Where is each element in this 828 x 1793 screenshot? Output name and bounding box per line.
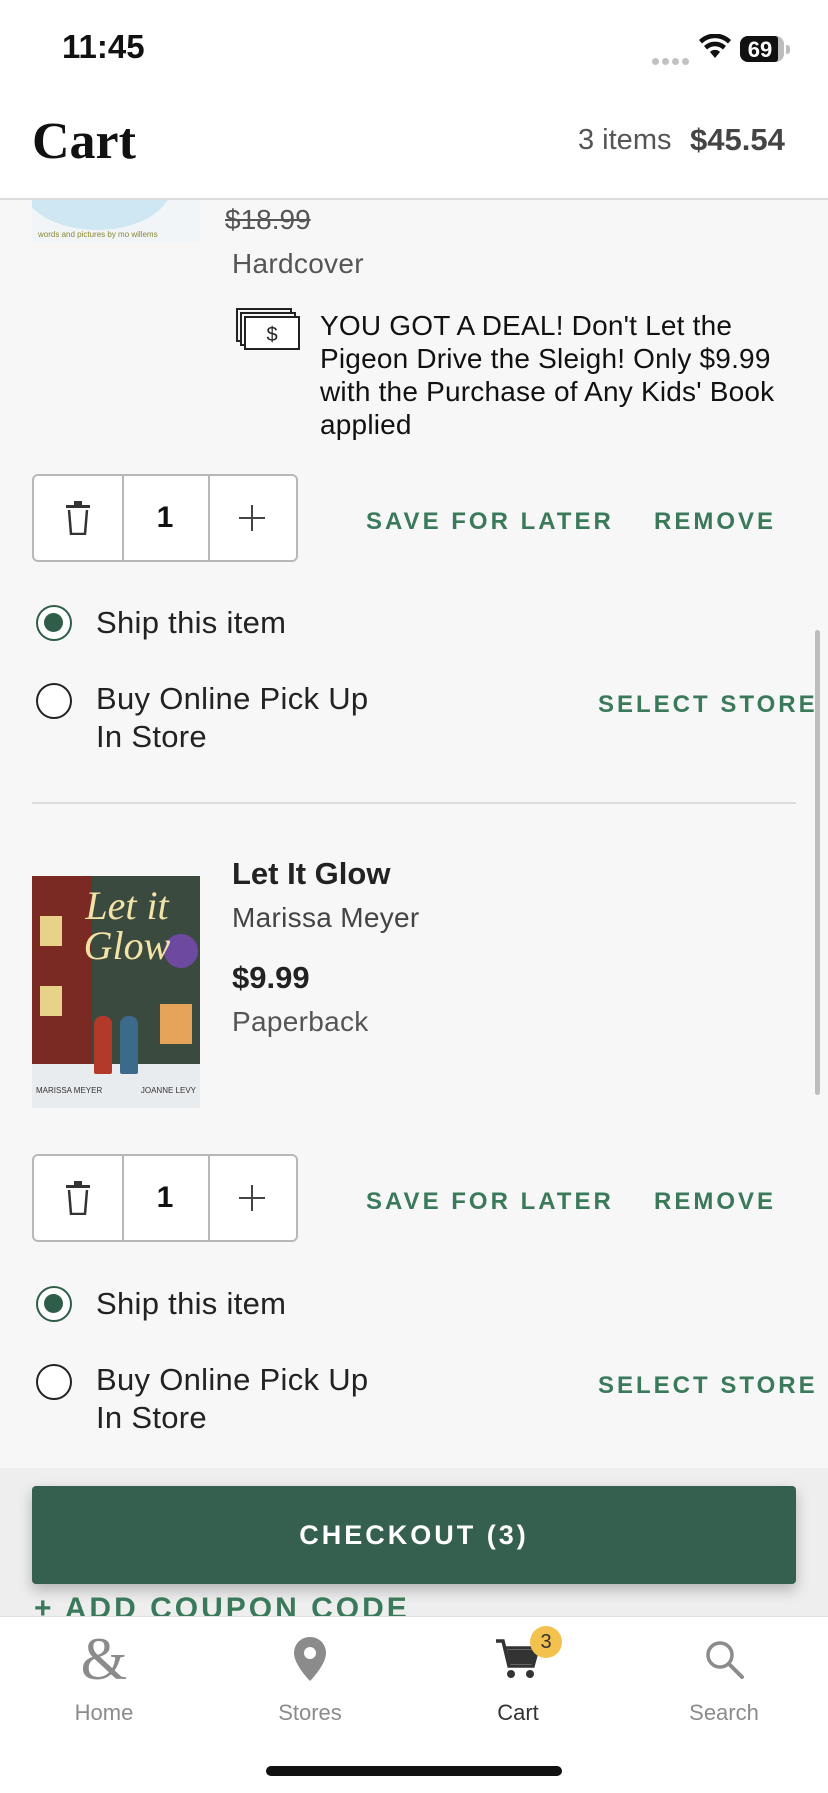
book-format: Hardcover (232, 248, 364, 279)
home-indicator[interactable] (266, 1766, 562, 1776)
book-title[interactable]: Let It Glow (232, 856, 390, 892)
increase-button[interactable] (208, 1156, 296, 1240)
tab-cart-label: Cart (497, 1700, 539, 1725)
cart-total: $45.54 (690, 122, 785, 157)
pickup-option-label: Buy Online Pick Up (96, 681, 369, 716)
plus-icon (239, 1185, 265, 1211)
pickup-option-label: Buy Online Pick Up (96, 1362, 369, 1397)
deal-message: YOU GOT A DEAL! Don't Let the Pigeon Dri… (320, 310, 775, 440)
quantity-value: 1 (122, 476, 210, 560)
select-store-button[interactable]: SELECT STORE (598, 691, 818, 719)
page-title: Cart (32, 113, 136, 170)
book-price: $9.99 (232, 960, 310, 995)
remove-button[interactable]: REMOVE (654, 508, 776, 536)
status-time: 11:45 (62, 28, 145, 65)
checkout-button[interactable]: CHECKOUT (3) (32, 1486, 796, 1584)
cart-count-badge: 3 (530, 1626, 562, 1658)
trash-icon (66, 1181, 90, 1215)
book-cover-image[interactable]: words and pictures by mo willems (32, 200, 200, 242)
book-cover-image[interactable]: Let it Glow MARISSA MEYER JOANNE LEVY (32, 876, 200, 1108)
pickup-radio[interactable] (36, 1364, 72, 1400)
save-for-later-button[interactable]: SAVE FOR LATER (366, 1188, 614, 1216)
book-author: Marissa Meyer (232, 902, 420, 933)
search-icon (706, 1641, 744, 1679)
save-for-later-button[interactable]: SAVE FOR LATER (366, 508, 614, 536)
ship-option-label: Ship this item (96, 1286, 287, 1321)
item-divider (32, 802, 796, 804)
quantity-stepper: 1 (32, 1154, 298, 1242)
ship-radio[interactable] (36, 605, 72, 641)
tab-cart[interactable]: 3 Cart (438, 1626, 598, 1726)
add-coupon-label: + ADD COUPON CODE (34, 1596, 410, 1616)
svg-text:$: $ (266, 324, 277, 346)
remove-button[interactable]: REMOVE (654, 1188, 776, 1216)
quantity-value: 1 (122, 1156, 210, 1240)
select-store-button[interactable]: SELECT STORE (598, 1372, 818, 1400)
cellular-signal-icon (652, 52, 692, 70)
ship-option-label: Ship this item (96, 605, 287, 640)
tab-search-label: Search (689, 1700, 759, 1725)
tab-stores[interactable]: Stores (230, 1628, 390, 1726)
pickup-radio[interactable] (36, 683, 72, 719)
decrease-trash-button[interactable] (34, 1156, 124, 1240)
cart-item-count: 3 items (578, 124, 672, 156)
book-format: Paperback (232, 1006, 369, 1037)
map-pin-icon (294, 1637, 326, 1681)
tab-home-label: Home (74, 1700, 134, 1725)
decrease-trash-button[interactable] (34, 476, 124, 560)
tab-search[interactable]: Search (644, 1628, 804, 1726)
increase-button[interactable] (208, 476, 296, 560)
tab-stores-label: Stores (278, 1700, 342, 1725)
add-coupon-link[interactable]: + ADD COUPON CODE (34, 1596, 634, 1616)
pickup-option-label-line2: In Store (96, 719, 207, 754)
deal-money-icon: $ (236, 308, 300, 357)
battery-icon: 69 (740, 36, 790, 62)
scrollbar[interactable] (815, 630, 820, 1095)
battery-level: 69 (747, 37, 773, 62)
list-price: $18.99 (225, 204, 311, 235)
ampersand-home-icon: & (80, 1626, 128, 1692)
plus-icon (239, 505, 265, 531)
wifi-icon (698, 33, 732, 65)
pickup-option-label-line2: In Store (96, 1400, 207, 1435)
trash-icon (66, 501, 90, 535)
quantity-stepper: 1 (32, 474, 298, 562)
ship-radio[interactable] (36, 1286, 72, 1322)
tab-home[interactable]: & Home (24, 1628, 184, 1726)
